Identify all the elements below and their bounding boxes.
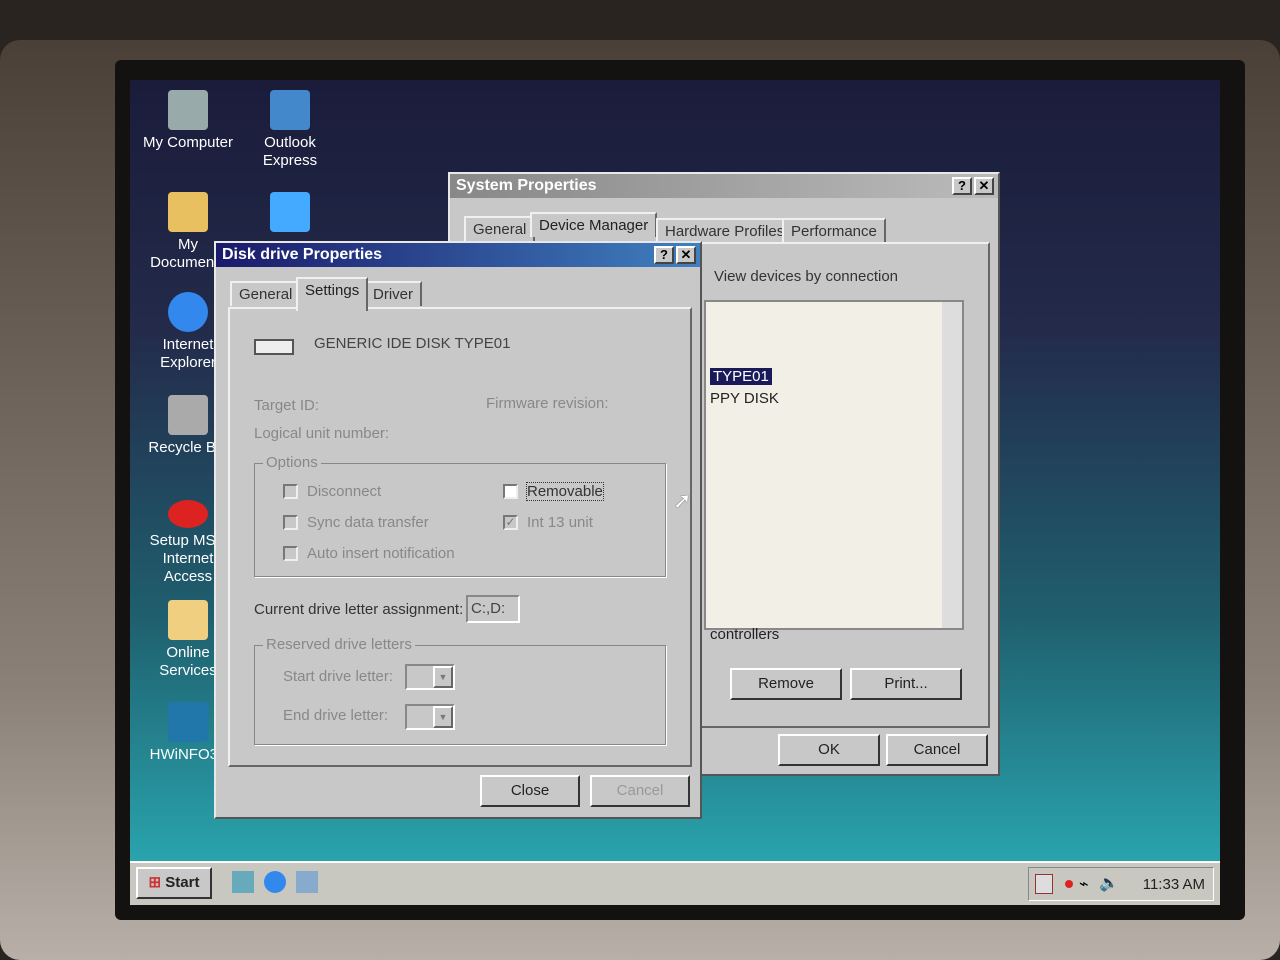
desktop: My Computer Outlook Express My Documents… xyxy=(130,80,1220,905)
auto-insert-checkbox[interactable] xyxy=(283,546,298,561)
firmware-label: Firmware revision: xyxy=(486,395,609,412)
folder-icon xyxy=(168,600,208,640)
tab-device-manager[interactable]: Device Manager xyxy=(530,212,658,237)
lun-label: Logical unit number: xyxy=(254,425,390,442)
speaker-icon[interactable]: 🔈 xyxy=(1099,873,1119,893)
cancel-button[interactable]: Cancel xyxy=(886,734,988,766)
taskbar: ⊞ Start ⌁ 🔈 11:33 AM xyxy=(130,861,1220,905)
removable-checkbox[interactable] xyxy=(503,484,518,499)
tree-item[interactable]: PPY DISK xyxy=(710,390,779,407)
power-plug-icon[interactable]: ⌁ xyxy=(1079,874,1089,894)
recycle-bin-icon xyxy=(168,395,208,435)
settings-panel: GENERIC IDE DISK TYPE01 Target ID: Firmw… xyxy=(228,307,692,767)
tab-hardware-profiles[interactable]: Hardware Profiles xyxy=(656,218,794,243)
msn-icon xyxy=(168,500,208,528)
tab-driver[interactable]: Driver xyxy=(364,281,422,306)
chevron-down-icon: ▼ xyxy=(433,666,453,688)
start-letter-select[interactable]: ▼ xyxy=(405,664,455,690)
tree-item-selected[interactable]: TYPE01 xyxy=(710,368,772,385)
start-letter-label: Start drive letter: xyxy=(283,668,394,685)
desktop-icon-shortcut[interactable] xyxy=(240,192,340,236)
end-letter-select[interactable]: ▼ xyxy=(405,704,455,730)
options-group: Options Disconnect Sync data transfer Au… xyxy=(254,454,666,577)
removable-label: Removable xyxy=(526,482,604,501)
pc-card-icon[interactable] xyxy=(1035,874,1053,894)
close-button[interactable]: ✕ xyxy=(974,177,994,195)
tab-general[interactable]: General xyxy=(464,216,536,241)
tree-item[interactable]: controllers xyxy=(710,626,779,643)
disconnect-label: Disconnect xyxy=(307,483,382,500)
hwinfo-icon xyxy=(168,702,208,742)
view-by-connection-radio[interactable]: View devices by connection xyxy=(714,268,898,285)
scrollbar[interactable] xyxy=(942,302,962,628)
windows-logo-icon: ⊞ xyxy=(148,874,162,891)
help-button[interactable]: ? xyxy=(654,246,674,264)
ie-icon[interactable] xyxy=(264,871,286,893)
error-icon[interactable] xyxy=(1065,880,1073,888)
chevron-down-icon: ▼ xyxy=(433,706,453,728)
show-desktop-icon[interactable] xyxy=(232,871,254,893)
remove-button[interactable]: Remove xyxy=(730,668,842,700)
title-bar: System Properties xyxy=(450,174,998,198)
options-label: Options xyxy=(263,454,321,471)
int13-label: Int 13 unit xyxy=(527,514,593,531)
folder-icon xyxy=(168,192,208,232)
disk-drive-properties-window: Disk drive Properties ? ✕ General Settin… xyxy=(214,241,702,819)
print-button[interactable]: Print... xyxy=(850,668,962,700)
ie-icon xyxy=(168,292,208,332)
target-id-label: Target ID: xyxy=(254,397,320,414)
disconnect-checkbox[interactable] xyxy=(283,484,298,499)
title-bar: Disk drive Properties xyxy=(216,243,700,267)
desktop-icon-my-computer[interactable]: My Computer xyxy=(138,90,238,152)
auto-insert-label: Auto insert notification xyxy=(307,545,455,562)
device-tree[interactable]: TYPE01 PPY DISK controllers xyxy=(704,300,964,643)
system-tray: ⌁ 🔈 11:33 AM xyxy=(1028,867,1214,901)
sync-checkbox[interactable] xyxy=(283,515,298,530)
mouse-cursor-icon: ➚ xyxy=(673,488,692,513)
start-button[interactable]: ⊞ Start xyxy=(136,867,212,899)
outlook-icon[interactable] xyxy=(296,871,318,893)
current-letter-field[interactable]: C:,D: xyxy=(466,595,520,623)
reserved-label: Reserved drive letters xyxy=(263,636,415,653)
sync-label: Sync data transfer xyxy=(307,514,429,531)
int13-checkbox[interactable]: ✓ xyxy=(503,515,518,530)
device-name: GENERIC IDE DISK TYPE01 xyxy=(314,335,511,352)
close-button[interactable]: ✕ xyxy=(676,246,696,264)
tab-general[interactable]: General xyxy=(230,281,302,306)
reserved-letters-group: Reserved drive letters Start drive lette… xyxy=(254,636,666,745)
desktop-icon-outlook-express[interactable]: Outlook Express xyxy=(240,90,340,170)
mail-icon xyxy=(270,90,310,130)
clock[interactable]: 11:33 AM xyxy=(1143,876,1205,893)
close-dialog-button[interactable]: Close xyxy=(480,775,580,807)
tab-settings[interactable]: Settings xyxy=(296,277,369,311)
ok-button[interactable]: OK xyxy=(778,734,880,766)
computer-icon xyxy=(168,90,208,130)
connect-icon xyxy=(270,192,310,232)
end-letter-label: End drive letter: xyxy=(283,707,389,724)
help-button[interactable]: ? xyxy=(952,177,972,195)
current-letter-label: Current drive letter assignment: xyxy=(254,601,464,618)
cancel-button[interactable]: Cancel xyxy=(590,775,690,807)
tab-performance[interactable]: Performance xyxy=(782,218,886,243)
disk-drive-icon xyxy=(254,339,294,355)
